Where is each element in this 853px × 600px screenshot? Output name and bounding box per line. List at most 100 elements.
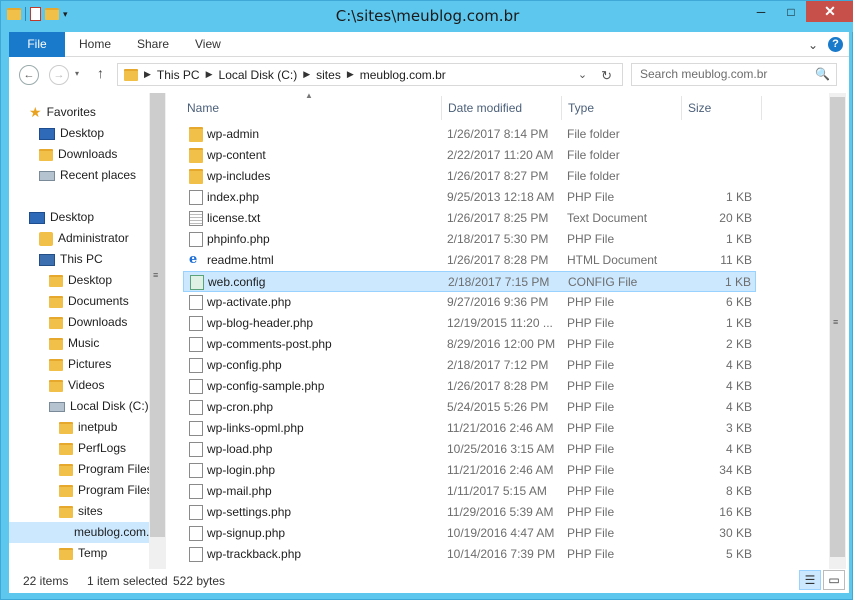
nav-item-desktop[interactable]: Desktop <box>39 123 104 144</box>
nav-item-label: Pictures <box>68 357 112 371</box>
php-file-icon <box>189 295 203 310</box>
chevron-right-icon[interactable]: ▶ <box>303 69 310 80</box>
file-list-scrollbar[interactable]: ≡ <box>829 93 846 569</box>
file-name: wp-signup.php <box>207 526 286 540</box>
file-row[interactable]: wp-content 2/22/2017 11:20 AM File folder <box>183 145 756 166</box>
nav-item-sites[interactable]: sites <box>59 501 103 522</box>
nav-item-pictures[interactable]: Pictures <box>49 354 111 375</box>
column-header-type[interactable]: Type <box>562 96 682 120</box>
nav-item-temp[interactable]: Temp <box>59 543 107 564</box>
file-type: File folder <box>567 169 620 183</box>
nav-item-recent-places[interactable]: Recent places <box>39 165 136 186</box>
file-row[interactable]: wp-activate.php 9/27/2016 9:36 PM PHP File… <box>183 292 756 313</box>
file-row[interactable]: wp-links-opml.php 11/21/2016 2:46 AM PHP F… <box>183 418 756 439</box>
file-row[interactable]: wp-config.php 2/18/2017 7:12 PM PHP File 4 … <box>183 355 756 376</box>
nav-item-program-files[interactable]: Program Files <box>59 459 149 480</box>
file-row[interactable]: wp-blog-header.php 12/19/2015 11:20 ... PH… <box>183 313 756 334</box>
nav-item-downloads[interactable]: Downloads <box>39 144 117 165</box>
address-bar[interactable]: ▶ This PC ▶ Local Disk (C:) ▶ sites ▶ me… <box>117 63 623 86</box>
back-button[interactable]: ← <box>19 65 39 85</box>
file-row[interactable]: wp-login.php 11/21/2016 2:46 AM PHP File 34… <box>183 460 756 481</box>
file-type: PHP File <box>567 295 615 309</box>
recent-locations-icon[interactable]: ▾ <box>75 69 79 78</box>
file-name: readme.html <box>207 253 274 267</box>
scrollbar-thumb[interactable] <box>830 97 845 557</box>
nav-item-program-files-x86[interactable]: Program Files <box>59 480 149 501</box>
refresh-icon[interactable]: ↻ <box>601 68 612 84</box>
nav-item-desktop-root[interactable]: Desktop <box>29 207 94 228</box>
php-file-icon <box>189 337 203 352</box>
file-row[interactable]: wp-cron.php 5/24/2015 5:26 PM PHP File 4 KB <box>183 397 756 418</box>
nav-item-music[interactable]: Music <box>49 333 99 354</box>
breadcrumb-meublog[interactable]: meublog.com.br <box>360 68 446 82</box>
file-row[interactable]: web.config 2/18/2017 7:15 PM CONFIG File 1 … <box>183 271 756 292</box>
nav-item-label: PerfLogs <box>78 441 127 455</box>
close-button[interactable]: ✕ <box>806 1 853 22</box>
file-type: PHP File <box>567 484 615 498</box>
php-file-icon <box>189 442 203 457</box>
chevron-right-icon[interactable]: ▶ <box>144 69 151 80</box>
nav-item-videos[interactable]: Videos <box>49 375 104 396</box>
up-button[interactable]: ↑ <box>97 65 104 81</box>
breadcrumb-this-pc[interactable]: This PC <box>157 68 200 82</box>
forward-button[interactable]: → <box>49 65 69 85</box>
chevron-right-icon[interactable]: ▶ <box>347 69 354 80</box>
tab-view[interactable]: View <box>195 32 221 57</box>
nav-item-meublog[interactable]: meublog.com.br <box>9 522 149 543</box>
file-row[interactable]: wp-mail.php 1/11/2017 5:15 AM PHP File 8 KB <box>183 481 756 502</box>
nav-item-documents[interactable]: Documents <box>49 291 129 312</box>
folder-icon <box>49 358 63 371</box>
file-name: wp-activate.php <box>207 295 292 309</box>
file-type: PHP File <box>567 337 615 351</box>
chevron-right-icon[interactable]: ▶ <box>206 69 213 80</box>
column-header-size[interactable]: Size <box>682 96 762 120</box>
large-icons-view-icon[interactable]: ▭ <box>823 570 845 590</box>
file-row[interactable]: wp-admin 1/26/2017 8:14 PM File folder <box>183 124 756 145</box>
file-row[interactable]: e readme.html 1/26/2017 8:28 PM HTML Docume… <box>183 250 756 271</box>
folder-icon <box>59 421 73 434</box>
expand-ribbon-icon[interactable]: ⌄ <box>808 38 818 52</box>
breadcrumb-sites[interactable]: sites <box>316 68 341 82</box>
tab-share[interactable]: Share <box>137 32 169 57</box>
folder-icon <box>59 505 73 518</box>
nav-item-favorites[interactable]: ★ Favorites <box>29 102 96 123</box>
nav-item-perflogs[interactable]: PerfLogs <box>59 438 126 459</box>
file-name: wp-admin <box>207 127 260 141</box>
nav-item-local-disk[interactable]: Local Disk (C:) <box>49 396 149 417</box>
breadcrumb-local-disk[interactable]: Local Disk (C:) <box>219 68 298 82</box>
address-dropdown-icon[interactable]: ⌄ <box>578 68 587 84</box>
file-row[interactable]: wp-trackback.php 10/14/2016 7:39 PM PHP Fi… <box>183 544 756 565</box>
tab-home[interactable]: Home <box>79 32 111 57</box>
file-row[interactable]: index.php 9/25/2013 12:18 AM PHP File 1 KB <box>183 187 756 208</box>
file-size: 4 KB <box>725 442 752 456</box>
file-row[interactable]: wp-settings.php 11/29/2016 5:39 AM PHP Fil… <box>183 502 756 523</box>
file-row[interactable]: phpinfo.php 2/18/2017 5:30 PM PHP File 1 KB <box>183 229 756 250</box>
column-header-name[interactable]: Name <box>181 96 442 120</box>
file-date-modified: 1/26/2017 8:28 PM <box>447 253 549 267</box>
tab-file[interactable]: File <box>9 32 65 57</box>
nav-item-administrator[interactable]: Administrator <box>39 228 129 249</box>
maximize-button[interactable]: □ <box>776 1 806 22</box>
navigation-pane: ★ Favorites Desktop Downloads Recent pla… <box>9 93 149 569</box>
folder-icon <box>49 379 63 392</box>
nav-item-inetpub[interactable]: inetpub <box>59 417 117 438</box>
nav-item-this-pc[interactable]: This PC <box>39 249 103 270</box>
file-row[interactable]: wp-includes 1/26/2017 8:27 PM File folder <box>183 166 756 187</box>
file-row[interactable]: wp-comments-post.php 8/29/2016 12:00 PM PH… <box>183 334 756 355</box>
search-input[interactable]: Search meublog.com.br 🔍 <box>631 63 837 86</box>
file-row[interactable]: license.txt 1/26/2017 8:25 PM Text Documen… <box>183 208 756 229</box>
file-size: 1 KB <box>725 190 752 204</box>
column-header-date-modified[interactable]: Date modified <box>442 96 562 120</box>
navigation-scrollbar[interactable]: ≡ <box>149 93 166 569</box>
nav-item-pc-downloads[interactable]: Downloads <box>49 312 127 333</box>
file-date-modified: 2/18/2017 7:12 PM <box>447 358 549 372</box>
minimize-button[interactable]: ─ <box>746 1 776 22</box>
help-icon[interactable]: ? <box>828 37 843 52</box>
search-icon[interactable]: 🔍 <box>815 64 830 85</box>
file-row[interactable]: wp-signup.php 10/19/2016 4:47 AM PHP File 3… <box>183 523 756 544</box>
scrollbar-thumb[interactable] <box>150 93 165 537</box>
file-row[interactable]: wp-config-sample.php 1/26/2017 8:28 PM PHP… <box>183 376 756 397</box>
file-row[interactable]: wp-load.php 10/25/2016 3:15 AM PHP File 4 K… <box>183 439 756 460</box>
details-view-icon[interactable]: ☰ <box>799 570 821 590</box>
nav-item-pc-desktop[interactable]: Desktop <box>49 270 112 291</box>
